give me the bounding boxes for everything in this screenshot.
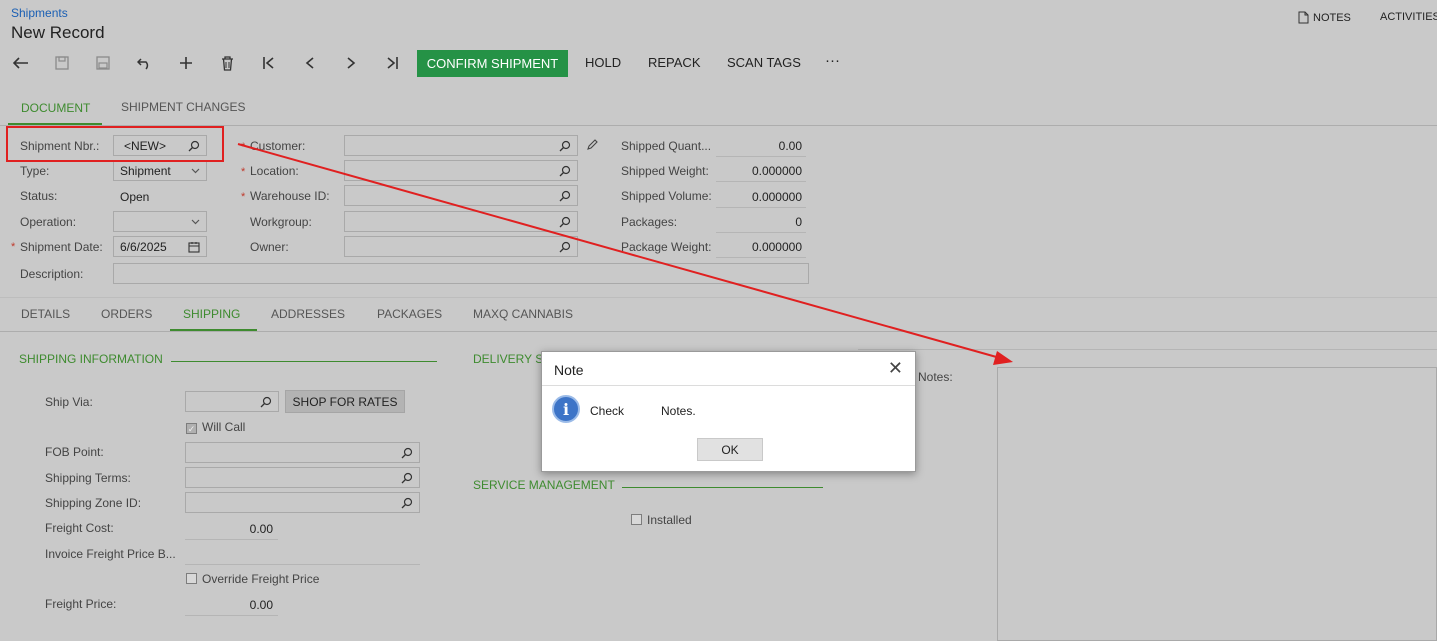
note-dialog: Note ✕ i Check Notes. OK [541,351,916,472]
dialog-message-suffix: Notes. [661,404,696,418]
close-icon[interactable]: ✕ [888,358,903,379]
dialog-title: Note [554,362,584,378]
dialog-message-prefix: Check [590,404,625,418]
annotation-arrow [237,143,1013,365]
ok-button[interactable]: OK [697,438,763,461]
dialog-divider [542,385,915,386]
info-icon: i [552,395,580,423]
redacted-block [628,402,660,416]
